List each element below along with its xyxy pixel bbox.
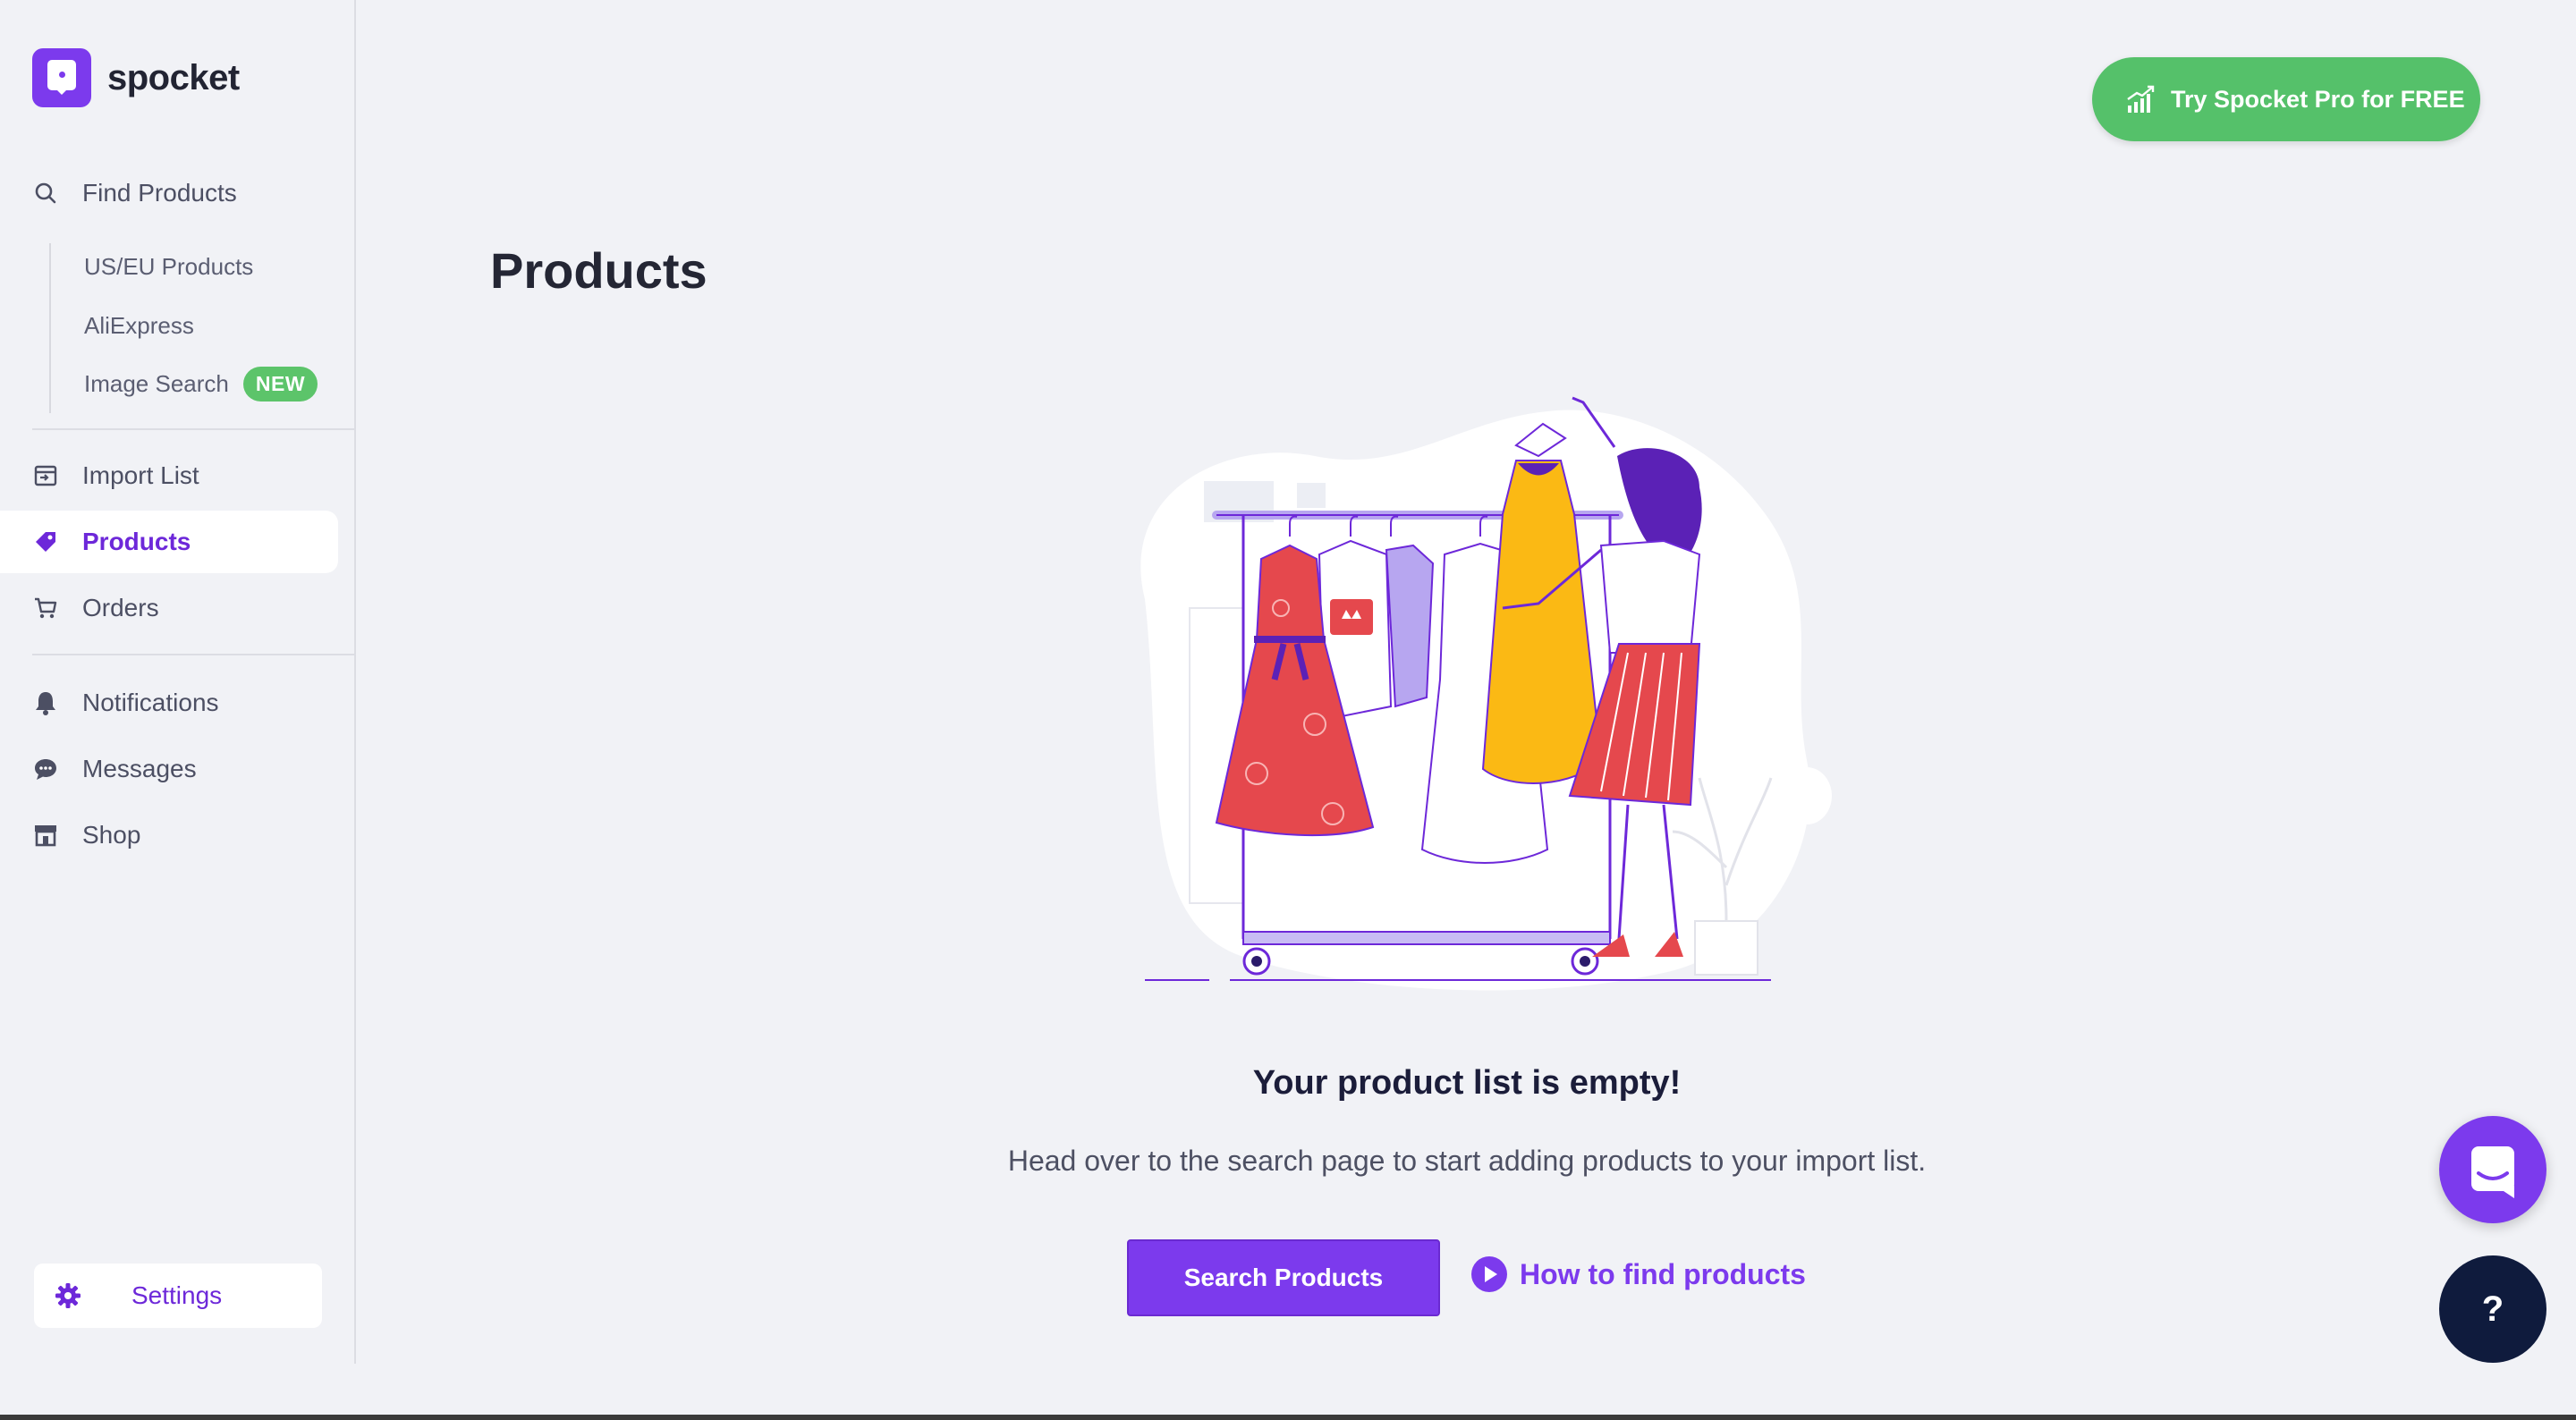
new-badge: NEW (242, 367, 318, 401)
chat-icon (2471, 1146, 2514, 1198)
try-pro-button[interactable]: Try Spocket Pro for FREE (2092, 57, 2480, 141)
settings-label: Settings (131, 1281, 223, 1309)
settings-button[interactable]: Settings (34, 1264, 322, 1328)
spocket-logo-icon (32, 48, 91, 107)
bottom-edge (0, 1415, 2576, 1420)
sidebar-divider (32, 654, 356, 655)
search-products-button[interactable]: Search Products (1127, 1239, 1440, 1316)
bell-icon (32, 689, 59, 716)
submenu-line (49, 243, 51, 413)
play-icon (1471, 1256, 1507, 1292)
chat-launcher-button[interactable] (2439, 1116, 2546, 1223)
sidebar-item-label: Messages (82, 755, 197, 782)
chat-bubble-icon (32, 756, 59, 782)
search-icon (32, 180, 59, 207)
sidebar-subitem-aliexpress[interactable]: AliExpress (84, 312, 194, 340)
sidebar-item-label: Notifications (82, 689, 219, 716)
sidebar-item-label: Orders (82, 594, 159, 621)
logo[interactable]: spocket (32, 48, 240, 107)
help-button[interactable]: ? (2439, 1255, 2546, 1363)
sidebar-item-label: Shop (82, 821, 141, 849)
how-to-find-products-link[interactable]: How to find products (1471, 1256, 1806, 1292)
sidebar-divider (32, 428, 356, 430)
growth-chart-icon (2126, 84, 2157, 121)
how-to-find-products-label: How to find products (1520, 1257, 1806, 1290)
try-pro-label: Try Spocket Pro for FREE (2171, 85, 2465, 113)
sidebar-item-label: Import List (82, 461, 199, 489)
gear-icon (54, 1281, 82, 1316)
sidebar-subitem-label: Image Search (84, 370, 229, 397)
empty-state-title: Your product list is empty! (1252, 1064, 1682, 1102)
empty-state-illustration (1140, 396, 1832, 991)
logo-text: spocket (107, 57, 240, 97)
sidebar-subitem-us-eu-products[interactable]: US/EU Products (84, 253, 253, 281)
sidebar-item-label: Find Products (82, 179, 237, 207)
tag-icon (32, 528, 59, 555)
import-list-icon (32, 462, 59, 489)
empty-state-subtitle: Head over to the search page to start ad… (1007, 1145, 1927, 1177)
cart-icon (32, 595, 59, 621)
page-title: Products (490, 242, 708, 299)
sidebar-item-label: Products (82, 528, 191, 555)
store-icon (32, 822, 59, 849)
sidebar-subitem-image-search[interactable]: Image Search NEW (84, 367, 318, 401)
